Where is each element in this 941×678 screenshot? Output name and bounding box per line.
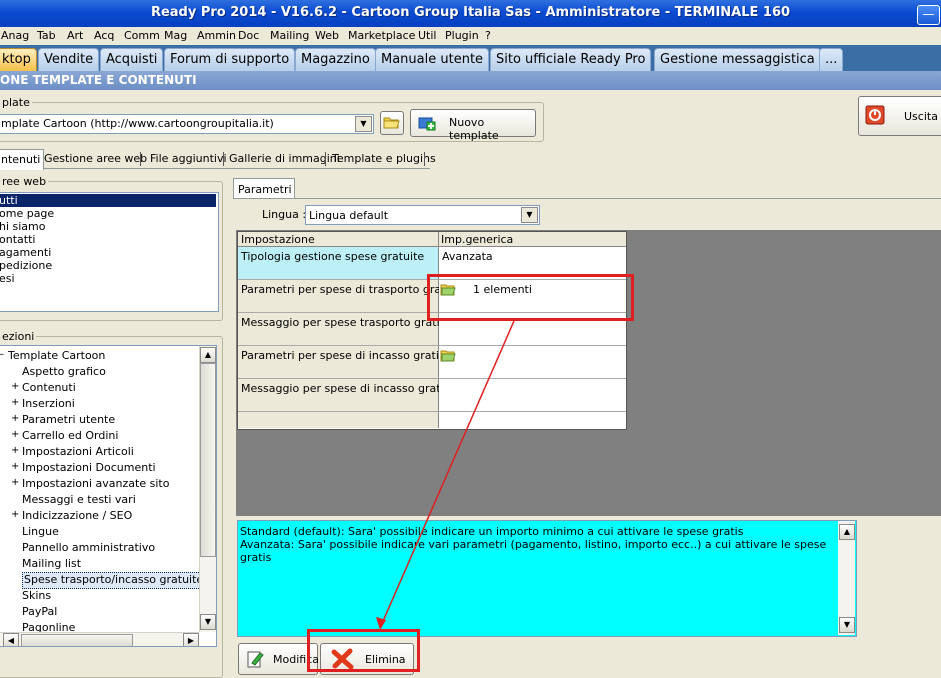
annotation-arrow — [376, 320, 515, 630]
